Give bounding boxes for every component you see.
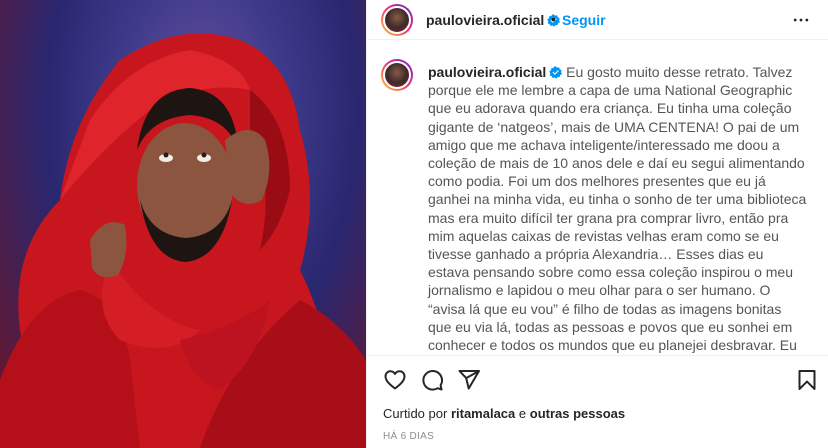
caption-text: Eu gosto muito desse retrato. Talvez por…	[428, 64, 807, 353]
post-details-panel: paulovieira.oficial • Seguir paulovieira…	[366, 0, 828, 448]
heart-icon[interactable]	[383, 368, 407, 392]
author-username[interactable]: paulovieira.oficial	[426, 12, 544, 28]
caption-author-avatar[interactable]	[381, 59, 413, 91]
post-actions-bar	[367, 355, 828, 400]
likes-prefix: Curtido por	[383, 406, 448, 421]
likes-conjunction: e	[518, 406, 527, 421]
post-photo[interactable]	[0, 0, 366, 448]
author-avatar[interactable]	[381, 4, 413, 36]
post-photo-illustration	[0, 33, 366, 448]
comment-icon[interactable]	[420, 368, 444, 392]
post-timestamp[interactable]: HÁ 6 DIAS	[383, 431, 434, 442]
caption-username[interactable]: paulovieira.oficial	[428, 64, 546, 80]
verified-badge-icon	[549, 66, 563, 79]
separator-dot: •	[551, 11, 556, 27]
post-caption: paulovieira.oficial Eu gosto muito desse…	[428, 63, 808, 353]
likes-summary: Curtido por ritamalaca e outras pessoas	[383, 406, 625, 421]
liked-by-user-link[interactable]: ritamalaca	[451, 406, 515, 421]
post-header: paulovieira.oficial • Seguir	[367, 0, 828, 40]
liked-by-others-link[interactable]: outras pessoas	[530, 406, 625, 421]
follow-button[interactable]: Seguir	[562, 12, 606, 28]
caption-section: paulovieira.oficial Eu gosto muito desse…	[367, 55, 828, 353]
more-horizontal-icon[interactable]	[791, 10, 811, 30]
share-icon[interactable]	[457, 368, 481, 392]
bookmark-icon[interactable]	[795, 368, 819, 392]
